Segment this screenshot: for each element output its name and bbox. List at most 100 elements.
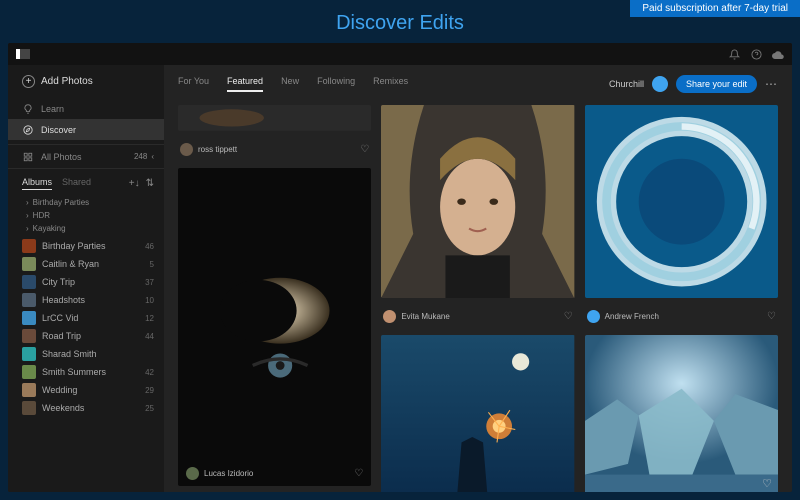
album-name: Headshots — [42, 295, 85, 305]
author-avatar[interactable] — [587, 310, 600, 323]
more-icon[interactable]: ⋯ — [765, 77, 778, 91]
album-thumb — [22, 293, 36, 307]
album-item[interactable]: Road Trip 44 — [8, 327, 164, 345]
plus-icon: + — [22, 75, 35, 88]
filter-tab-following[interactable]: Following — [317, 76, 355, 92]
sidebar-all-photos[interactable]: All Photos 248 ‹ — [8, 144, 164, 169]
photo-card[interactable] — [381, 335, 574, 492]
photo-card[interactable] — [381, 105, 574, 298]
album-count: 46 — [145, 242, 154, 251]
sidebar-item-discover[interactable]: Discover — [8, 119, 164, 140]
tab-shared[interactable]: Shared — [62, 177, 91, 190]
sidebar-item-learn[interactable]: Learn — [8, 98, 164, 119]
user-avatar[interactable] — [652, 76, 668, 92]
cloud-icon[interactable] — [772, 48, 784, 60]
album-item[interactable]: Smith Summers 42 — [8, 363, 164, 381]
filter-tabs: For You Featured New Following Remixes — [178, 76, 408, 92]
album-name: Road Trip — [42, 331, 81, 341]
album-name: LrCC Vid — [42, 313, 78, 323]
username: Churchill — [609, 79, 644, 89]
album-name: Weekends — [42, 403, 84, 413]
folder-item[interactable]: ›Kayaking — [8, 222, 164, 235]
folder-item[interactable]: ›Birthday Parties — [8, 196, 164, 209]
heart-icon[interactable]: ♡ — [360, 144, 369, 155]
album-thumb — [22, 275, 36, 289]
heart-icon[interactable]: ♡ — [762, 477, 772, 490]
sidebar-item-label: Learn — [41, 104, 64, 114]
album-count: 42 — [145, 368, 154, 377]
album-thumb — [22, 365, 36, 379]
album-item[interactable]: City Trip37 — [8, 273, 164, 291]
album-thumb — [22, 257, 36, 271]
chevron-left-icon: ‹ — [151, 152, 154, 161]
chevron-right-icon: › — [26, 211, 29, 220]
filter-tab-new[interactable]: New — [281, 76, 299, 92]
filter-tab-remixes[interactable]: Remixes — [373, 76, 408, 92]
photo-eye — [178, 168, 371, 486]
photo-thumb — [178, 105, 371, 131]
albums-list: Birthday Parties 46 Caitlin & Ryan 5 City Tr… — [8, 237, 164, 492]
chevron-right-icon: › — [26, 198, 29, 207]
heart-icon[interactable]: ♡ — [767, 311, 776, 322]
album-item[interactable]: Wedding29 — [8, 381, 164, 399]
filter-icon[interactable]: ⇅ — [146, 178, 154, 189]
titlebar — [8, 43, 792, 65]
app-window: + Add Photos Learn Discover — [8, 43, 792, 492]
author-name: Evita Mukane — [401, 312, 449, 321]
album-item[interactable]: Weekends 25 — [8, 399, 164, 417]
bell-icon[interactable] — [728, 48, 740, 60]
album-count: 5 — [150, 260, 154, 269]
album-count: 25 — [145, 404, 154, 413]
heart-icon[interactable]: ♡ — [354, 468, 363, 479]
author-avatar[interactable] — [383, 310, 396, 323]
author-avatar[interactable] — [180, 143, 193, 156]
chevron-right-icon: › — [26, 224, 29, 233]
filter-tab-featured[interactable]: Featured — [227, 76, 263, 92]
album-count: 37 — [145, 278, 154, 287]
trial-banner: Paid subscription after 7-day trial — [630, 0, 800, 17]
album-count: 10 — [145, 296, 154, 305]
author-name: Lucas Izidorio — [204, 469, 253, 478]
photo-portrait — [381, 105, 574, 298]
photo-card[interactable]: Lucas Izidorio ♡ — [178, 168, 371, 486]
album-count: 29 — [145, 386, 154, 395]
album-item[interactable]: Sharad Smith — [8, 345, 164, 363]
sidebar: + Add Photos Learn Discover — [8, 65, 164, 492]
author-name: ross tippett — [198, 145, 237, 154]
folder-item[interactable]: ›HDR — [8, 209, 164, 222]
photo-card[interactable] — [585, 105, 778, 298]
album-name: Sharad Smith — [42, 349, 97, 359]
album-thumb — [22, 311, 36, 325]
photo-sparkler — [381, 335, 574, 492]
author-avatar[interactable] — [186, 467, 199, 480]
lightbulb-icon — [22, 103, 33, 114]
album-count: 12 — [145, 314, 154, 323]
album-item[interactable]: Headshots 10 — [8, 291, 164, 309]
sidebar-item-label: Discover — [41, 125, 76, 135]
share-edit-button[interactable]: Share your edit — [676, 75, 757, 93]
compass-icon — [22, 124, 33, 135]
photo-card[interactable]: ♡ — [585, 335, 778, 492]
album-item[interactable]: Caitlin & Ryan 5 — [8, 255, 164, 273]
album-item[interactable]: Birthday Parties 46 — [8, 237, 164, 255]
album-thumb — [22, 239, 36, 253]
album-thumb — [22, 329, 36, 343]
album-name: Birthday Parties — [42, 241, 106, 251]
heart-icon[interactable]: ♡ — [564, 311, 573, 322]
content-area: For You Featured New Following Remixes Churc… — [164, 65, 792, 492]
album-thumb — [22, 347, 36, 361]
photo-card[interactable] — [178, 105, 371, 131]
album-name: Caitlin & Ryan — [42, 259, 99, 269]
help-icon[interactable] — [750, 48, 762, 60]
add-photos-button[interactable]: + Add Photos — [8, 65, 164, 98]
grid-icon — [22, 151, 33, 162]
album-count: 44 — [145, 332, 154, 341]
add-album-icon[interactable]: +↓ — [129, 178, 140, 189]
album-name: Smith Summers — [42, 367, 106, 377]
album-item[interactable]: LrCC Vid 12 — [8, 309, 164, 327]
add-photos-label: Add Photos — [41, 76, 93, 87]
album-thumb — [22, 401, 36, 415]
tab-albums[interactable]: Albums — [22, 177, 52, 190]
filter-tab-for-you[interactable]: For You — [178, 76, 209, 92]
gallery: ross tippett ♡ — [164, 99, 792, 492]
